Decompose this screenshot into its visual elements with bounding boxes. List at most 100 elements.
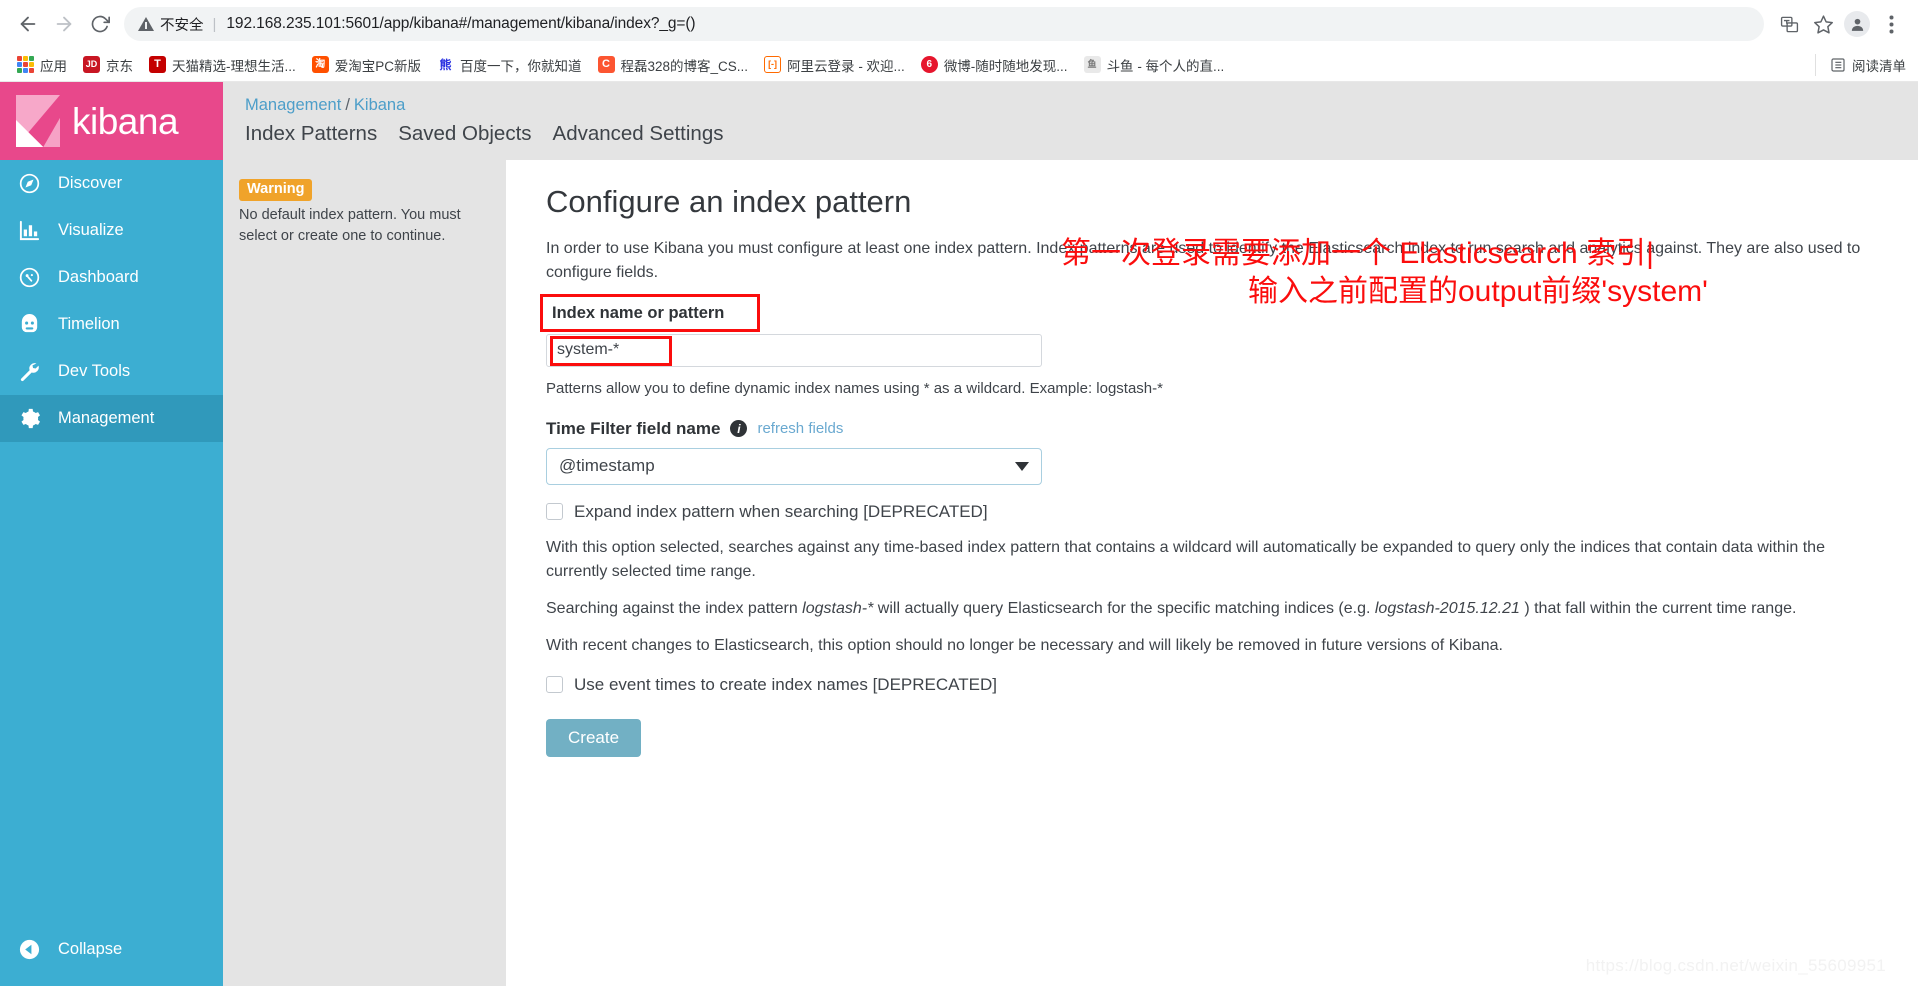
expand-index-pattern-checkbox-row[interactable]: Expand index pattern when searching [DEP… (546, 502, 1890, 522)
bookmark-label: 微博-随时随地发现... (943, 58, 1068, 74)
reload-icon[interactable] (82, 6, 118, 42)
content-area: Management / Kibana Index Patterns Saved O… (223, 82, 1918, 986)
bookmark-label: 百度一下，你就知道 (460, 58, 582, 74)
sidebar-item-discover[interactable]: Discover (0, 160, 223, 207)
tab-advanced-settings[interactable]: Advanced Settings (553, 122, 724, 150)
bookmark-label: 爱淘宝PC新版 (334, 58, 422, 74)
csdn-icon: C (597, 56, 615, 73)
bookmark-label: 天猫精选-理想生活... (172, 58, 296, 74)
chevron-down-icon (1015, 461, 1029, 471)
expand-p2-part-b: will actually query Elasticsearch for th… (873, 599, 1375, 617)
sidebar-item-timelion[interactable]: Timelion (0, 301, 223, 348)
sidebar-item-management[interactable]: Management (0, 395, 223, 442)
breadcrumb: Management / Kibana (245, 96, 1918, 115)
translate-icon[interactable] (1772, 7, 1806, 41)
back-arrow-icon[interactable] (10, 6, 46, 42)
sidebar-item-label: Discover (58, 174, 123, 192)
breadcrumb-current[interactable]: Kibana (354, 96, 405, 114)
time-filter-selected-value: @timestamp (559, 456, 655, 476)
jd-icon: JD (83, 56, 100, 73)
reading-list-button[interactable]: 阅读清单 (1815, 53, 1906, 76)
browser-chrome: 不安全 | 192.168.235.101:5601/app/kibana#/m… (0, 0, 1918, 82)
aliyun-icon: [-] (764, 56, 782, 73)
sidebar-item-label: Dashboard (58, 268, 139, 286)
three-dot-menu-icon[interactable] (1874, 7, 1908, 41)
status-badge: Warning (239, 179, 313, 201)
info-icon[interactable]: i (730, 420, 748, 438)
gear-icon (18, 407, 48, 430)
global-nav-sidebar: kibana Discover Visualize Dashboard Time (0, 82, 223, 986)
tmall-icon: T (149, 56, 166, 73)
time-filter-label: Time Filter field name (546, 418, 721, 438)
expand-paragraph-3: With recent changes to Elasticsearch, th… (546, 636, 1503, 654)
browser-nav-bar: 不安全 | 192.168.235.101:5601/app/kibana#/m… (0, 0, 1918, 48)
kibana-logo-icon (16, 95, 60, 147)
annotation-line-2: 输入之前配置的output前缀'system' (1248, 275, 1708, 308)
url-divider: | (212, 15, 217, 33)
bookmark-douyu[interactable]: 鱼 斗鱼 - 每个人的直... (1077, 52, 1232, 78)
body-row: Warning No default index pattern. You mu… (223, 160, 1918, 986)
index-label-wrap: Index name or pattern (540, 293, 760, 332)
url-text: 192.168.235.101:5601/app/kibana#/managem… (226, 15, 696, 32)
pattern-hint: Patterns allow you to define dynamic ind… (546, 379, 1163, 397)
expand-index-pattern-checkbox[interactable] (546, 503, 563, 521)
expand-paragraph-2: Searching against the index pattern logs… (546, 597, 1890, 621)
expand-p2-em-1: logstash-* (802, 599, 874, 617)
dashboard-icon (18, 266, 48, 289)
create-button[interactable]: Create (546, 718, 642, 757)
forward-arrow-icon[interactable] (46, 6, 82, 42)
event-times-checkbox[interactable] (546, 676, 563, 694)
refresh-fields-link[interactable]: refresh fields (757, 420, 843, 437)
taobao-icon: 淘 (311, 56, 329, 73)
bookmark-label: 阿里云登录 - 欢迎... (787, 58, 905, 74)
expand-paragraph-1: With this option selected, searches agai… (546, 538, 1825, 580)
index-name-label: Index name or pattern (552, 303, 725, 322)
time-filter-select[interactable]: @timestamp (546, 447, 1042, 485)
kibana-logo[interactable]: kibana (0, 82, 223, 160)
breadcrumb-root[interactable]: Management (245, 96, 341, 114)
event-times-checkbox-row[interactable]: Use event times to create index names [D… (546, 675, 1890, 695)
page-header: Management / Kibana Index Patterns Saved O… (223, 82, 1918, 160)
sidebar-item-label: Timelion (58, 315, 120, 333)
collapse-left-icon (18, 938, 48, 961)
sidebar-collapse-button[interactable]: Collapse (0, 928, 223, 970)
timelion-icon (18, 313, 48, 336)
not-secure-warning-icon (138, 16, 154, 32)
bookmark-label: 京东 (106, 58, 133, 74)
expand-p2-part-c: ) that fall within the current time rang… (1519, 599, 1797, 617)
tab-saved-objects[interactable]: Saved Objects (398, 122, 531, 150)
collapse-label: Collapse (58, 939, 123, 958)
bookmark-weibo[interactable]: 6 微博-随时随地发现... (914, 52, 1075, 78)
time-filter-row: Time Filter field name i refresh fields (546, 419, 1890, 439)
compass-icon (18, 172, 48, 195)
index-pattern-form: Configure an index pattern In order to u… (506, 160, 1918, 986)
expand-index-pattern-label: Expand index pattern when searching [DEP… (574, 501, 988, 521)
tab-index-patterns[interactable]: Index Patterns (245, 122, 377, 150)
sidebar-item-dashboard[interactable]: Dashboard (0, 254, 223, 301)
bookmark-label: 应用 (40, 58, 67, 74)
warning-message: No default index pattern. You must selec… (239, 206, 461, 244)
bookmark-apps[interactable]: 应用 (10, 52, 74, 78)
profile-avatar-icon[interactable] (1840, 7, 1874, 41)
address-bar[interactable]: 不安全 | 192.168.235.101:5601/app/kibana#/m… (124, 7, 1764, 41)
expand-p2-part-a: Searching against the index pattern (546, 599, 803, 617)
sidebar-item-label: Visualize (58, 221, 124, 239)
bookmark-taobao[interactable]: 淘 爱淘宝PC新版 (305, 52, 428, 78)
sidebar-item-visualize[interactable]: Visualize (0, 207, 223, 254)
sidebar-item-dev-tools[interactable]: Dev Tools (0, 348, 223, 395)
bookmark-jd[interactable]: JD 京东 (76, 52, 140, 78)
index-field-wrap (546, 333, 1042, 367)
settings-tab-strip: Index Patterns Saved Objects Advanced Se… (245, 122, 1918, 150)
index-name-input[interactable] (546, 333, 1042, 367)
bookmark-csdn[interactable]: C 程磊328的博客_CS... (591, 52, 756, 78)
douyu-icon: 鱼 (1083, 56, 1101, 73)
bookmark-baidu[interactable]: 熊 百度一下，你就知道 (430, 52, 589, 78)
index-pattern-list-panel: Warning No default index pattern. You mu… (223, 160, 506, 986)
wrench-icon (18, 360, 48, 383)
bookmark-aliyun[interactable]: [-] 阿里云登录 - 欢迎... (757, 52, 912, 78)
sidebar-item-label: Management (58, 409, 155, 427)
apps-grid-icon (17, 56, 34, 73)
star-icon[interactable] (1806, 7, 1840, 41)
bookmark-tmall[interactable]: T 天猫精选-理想生活... (142, 52, 303, 78)
breadcrumb-separator: / (345, 96, 350, 114)
